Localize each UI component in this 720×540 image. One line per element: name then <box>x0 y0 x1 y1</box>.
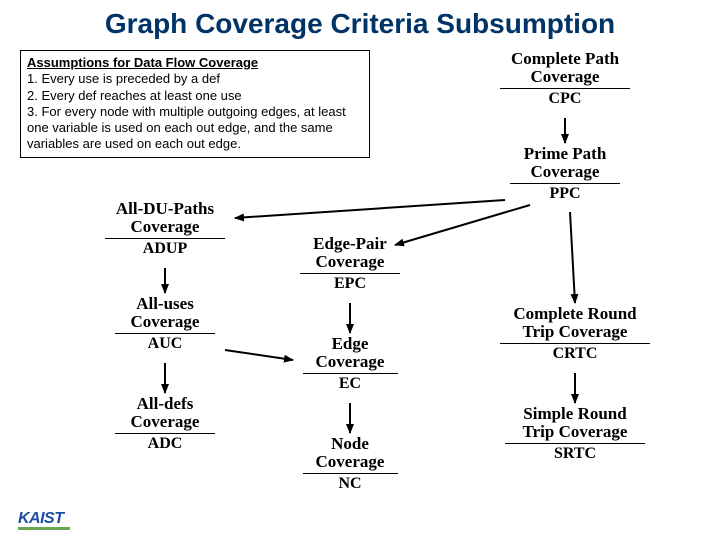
assumption-item: 3. For every node with multiple outgoing… <box>27 104 346 152</box>
node-divider <box>115 333 215 334</box>
node-divider <box>303 373 398 374</box>
node-divider <box>115 433 215 434</box>
node-name: All-DU-PathsCoverage <box>95 200 235 236</box>
node-name: NodeCoverage <box>295 435 405 471</box>
node-ppc: Prime PathCoverage PPC <box>495 145 635 203</box>
assumptions-heading: Assumptions for Data Flow Coverage <box>27 55 363 71</box>
node-abbr: AUC <box>105 335 225 353</box>
node-abbr: ADUP <box>95 240 235 258</box>
node-abbr: EC <box>295 375 405 393</box>
node-divider <box>500 88 630 89</box>
node-abbr: CRTC <box>485 345 665 363</box>
node-divider <box>505 443 645 444</box>
node-crtc: Complete RoundTrip Coverage CRTC <box>485 305 665 363</box>
node-nc: NodeCoverage NC <box>295 435 405 493</box>
node-adup: All-DU-PathsCoverage ADUP <box>95 200 235 258</box>
node-divider <box>303 473 398 474</box>
node-name: EdgeCoverage <box>295 335 405 371</box>
node-divider <box>510 183 620 184</box>
node-name: Edge-PairCoverage <box>290 235 410 271</box>
node-name: Complete RoundTrip Coverage <box>485 305 665 341</box>
page-title: Graph Coverage Criteria Subsumption <box>0 8 720 40</box>
node-name: Simple RoundTrip Coverage <box>495 405 655 441</box>
node-abbr: SRTC <box>495 445 655 463</box>
node-ec: EdgeCoverage EC <box>295 335 405 393</box>
node-abbr: ADC <box>105 435 225 453</box>
node-adc: All-defsCoverage ADC <box>105 395 225 453</box>
kaist-logo: KAIST <box>18 510 70 530</box>
node-divider <box>300 273 400 274</box>
node-divider <box>105 238 225 239</box>
node-abbr: EPC <box>290 275 410 293</box>
node-auc: All-usesCoverage AUC <box>105 295 225 353</box>
assumption-item: 2. Every def reaches at least one use <box>27 88 242 103</box>
node-name: All-defsCoverage <box>105 395 225 431</box>
node-abbr: CPC <box>490 90 640 108</box>
node-cpc: Complete PathCoverage CPC <box>490 50 640 108</box>
node-epc: Edge-PairCoverage EPC <box>290 235 410 293</box>
node-name: Prime PathCoverage <box>495 145 635 181</box>
node-abbr: NC <box>295 475 405 493</box>
node-srtc: Simple RoundTrip Coverage SRTC <box>495 405 655 463</box>
node-name: All-usesCoverage <box>105 295 225 331</box>
node-divider <box>500 343 650 344</box>
assumption-item: 1. Every use is preceded by a def <box>27 71 220 86</box>
node-name: Complete PathCoverage <box>490 50 640 86</box>
node-abbr: PPC <box>495 185 635 203</box>
assumptions-box: Assumptions for Data Flow Coverage 1. Ev… <box>20 50 370 158</box>
